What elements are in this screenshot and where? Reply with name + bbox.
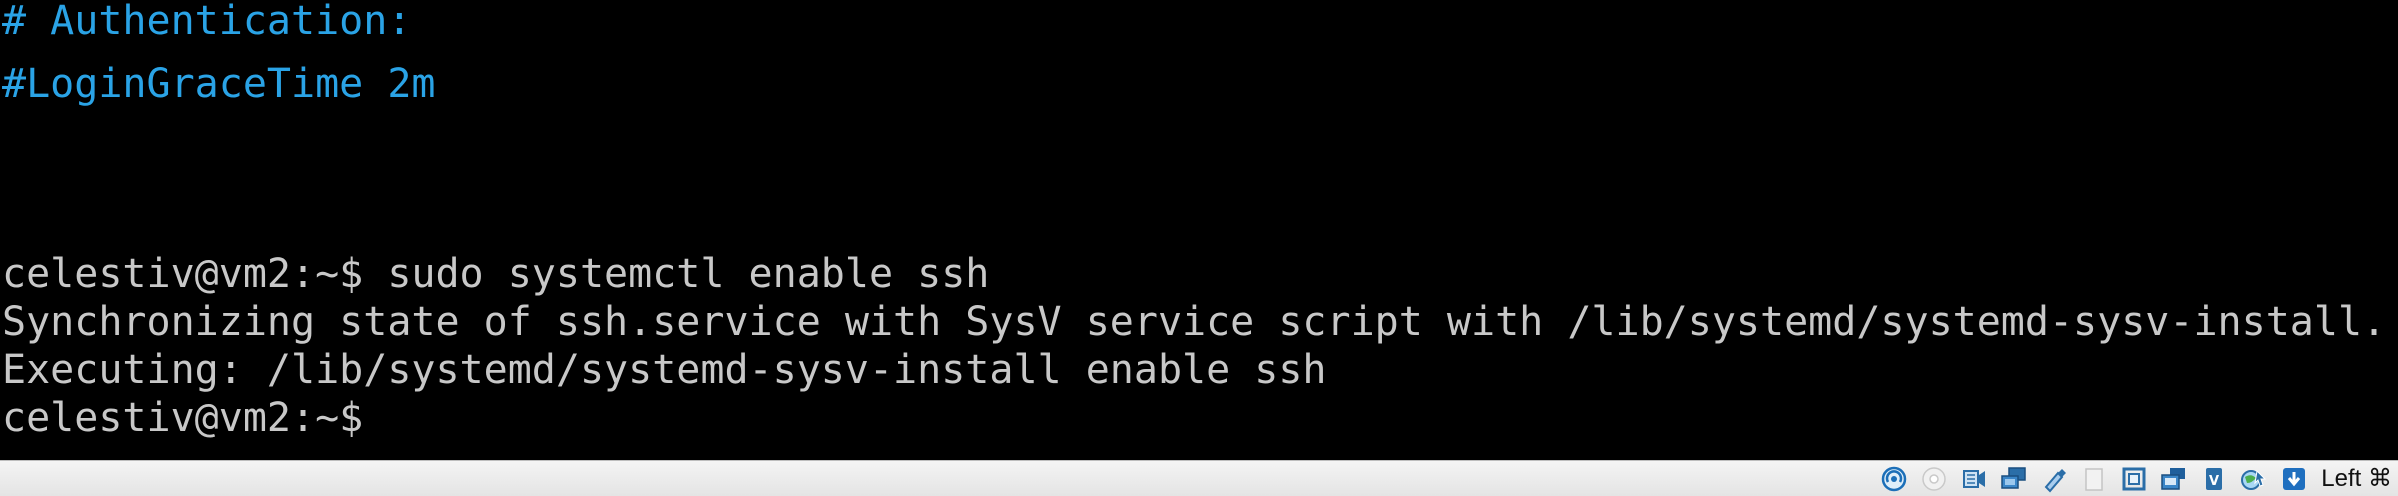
keyboard-capture-icon[interactable] (2277, 463, 2311, 495)
shared-folders-icon[interactable] (2077, 463, 2111, 495)
terminal-prompt: celestiv@vm2:~$ (2, 395, 364, 441)
recording-icon[interactable] (2157, 463, 2191, 495)
terminal-console[interactable]: # Authentication: #LoginGraceTime 2m cel… (0, 0, 2398, 460)
status-icons: V Left ⌘ (1877, 461, 2392, 496)
terminal-line: # Authentication: (2, 0, 412, 44)
terminal-line: celestiv@vm2:~$ sudo systemctl enable ss… (2, 251, 990, 297)
usb-icon[interactable] (2037, 463, 2071, 495)
terminal-line: Executing: /lib/systemd/systemd-sysv-ins… (2, 347, 1327, 393)
display-icon[interactable] (2117, 463, 2151, 495)
vm-window: # Authentication: #LoginGraceTime 2m cel… (0, 0, 2398, 496)
terminal-line: Synchronizing state of ssh.service with … (2, 299, 2387, 345)
hard-disk-icon[interactable] (1877, 463, 1911, 495)
audio-icon[interactable] (1957, 463, 1991, 495)
cpu-virtualization-icon[interactable]: V (2197, 463, 2231, 495)
optical-drive-icon[interactable] (1917, 463, 1951, 495)
vm-status-bar: V Left ⌘ (0, 460, 2398, 496)
mouse-integration-icon[interactable] (2237, 463, 2271, 495)
host-key-label[interactable]: Left ⌘ (2321, 461, 2392, 496)
svg-text:V: V (2209, 474, 2219, 489)
terminal-line: #LoginGraceTime 2m (2, 61, 436, 107)
network-icon[interactable] (1997, 463, 2031, 495)
